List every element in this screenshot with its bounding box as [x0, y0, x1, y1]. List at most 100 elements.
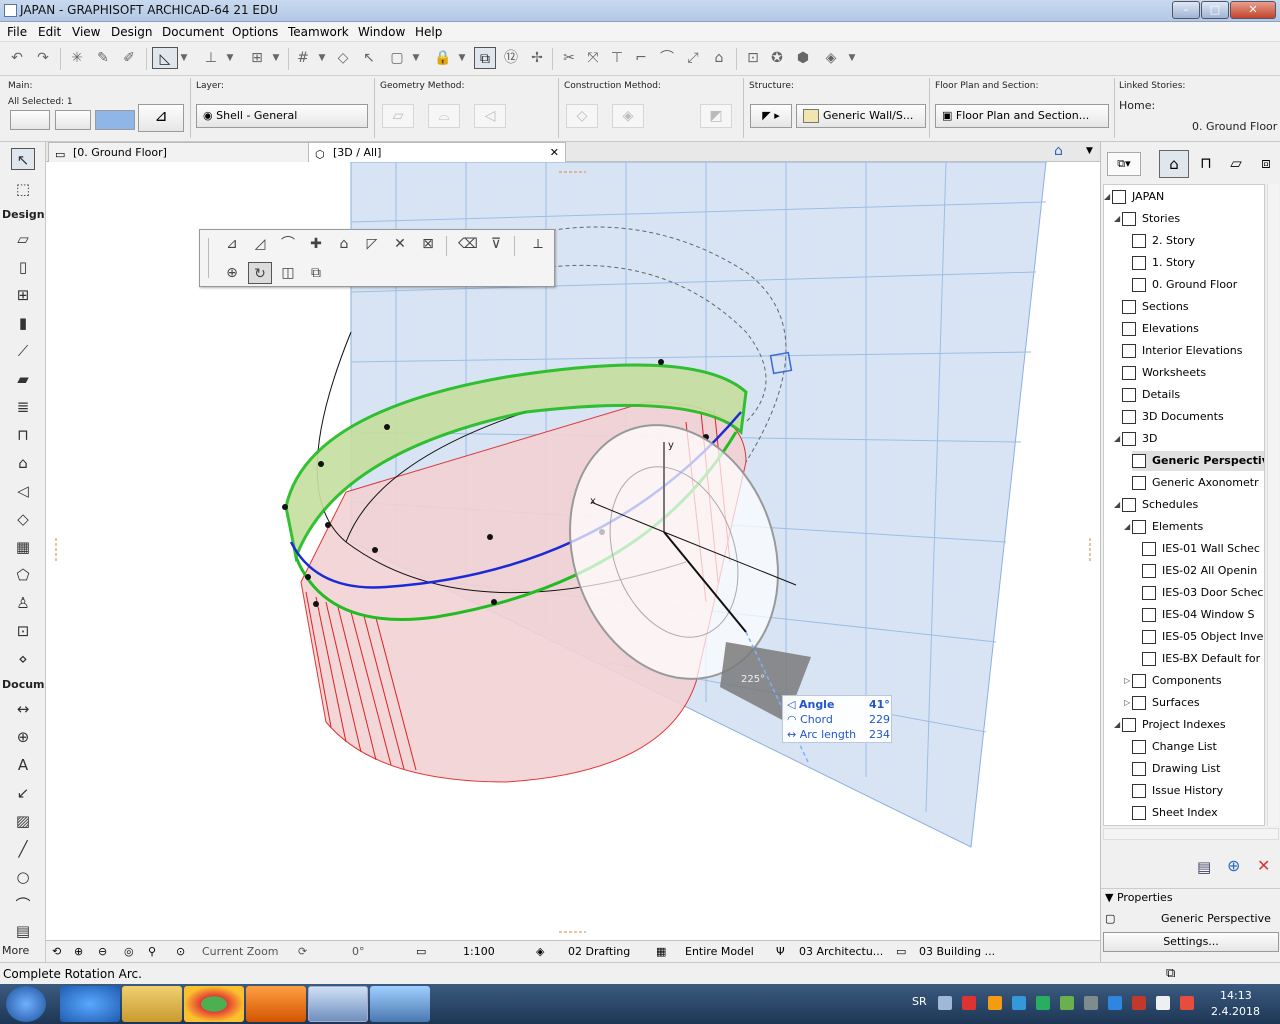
- dimension-tool-icon[interactable]: ↔: [11, 698, 35, 720]
- curtain-wall-tool-icon[interactable]: ▦: [11, 536, 35, 558]
- expand-arrow-icon[interactable]: ◢: [1114, 209, 1120, 229]
- tree-item[interactable]: IES-01 Wall Schec: [1142, 539, 1260, 559]
- internet-explorer-icon[interactable]: [60, 986, 120, 1022]
- current-zoom-dropdown[interactable]: Current Zoom: [202, 945, 279, 958]
- tree-item[interactable]: ◢ 3D: [1114, 429, 1157, 449]
- construction-c-icon[interactable]: ◩: [700, 104, 732, 128]
- rotate-plane-icon[interactable]: ⟂: [526, 233, 550, 255]
- tree-item[interactable]: Sections: [1122, 297, 1189, 317]
- frame-icon[interactable]: ▢: [386, 47, 408, 69]
- move-node-icon[interactable]: ◿: [248, 233, 272, 255]
- chrome-icon[interactable]: [184, 986, 244, 1022]
- language-indicator[interactable]: SR: [912, 995, 927, 1008]
- arrow-tool-icon[interactable]: ↖: [11, 148, 35, 170]
- fill-tool-icon[interactable]: ▨: [11, 810, 35, 832]
- drag-element-icon[interactable]: ⊕: [220, 262, 244, 284]
- tree-item[interactable]: Drawing List: [1132, 759, 1220, 779]
- grid-snap-icon[interactable]: ⊞: [244, 47, 270, 69]
- tray-app3-icon[interactable]: [1036, 996, 1050, 1010]
- fillet-icon[interactable]: ⌒: [656, 47, 678, 69]
- project-map-icon[interactable]: ⌂: [1159, 150, 1189, 178]
- expand-arrow-icon[interactable]: ▷: [1124, 671, 1130, 691]
- navigator-options-icon[interactable]: ⧉▾: [1107, 152, 1141, 176]
- line-tool-icon[interactable]: ╱: [11, 838, 35, 860]
- menu-help[interactable]: Help: [415, 25, 442, 39]
- label-tool-icon[interactable]: ↙: [11, 782, 35, 804]
- marquee-tool-icon[interactable]: ⬚: [11, 178, 35, 200]
- drawing-tool-icon[interactable]: ▤: [11, 920, 35, 942]
- trace-icon[interactable]: ⧉: [474, 47, 496, 69]
- insert-node-icon[interactable]: ⊿: [220, 233, 244, 255]
- chevron-down-icon[interactable]: ▼: [410, 47, 422, 69]
- tray-up-icon[interactable]: [938, 996, 952, 1010]
- close-button[interactable]: ✕: [1230, 1, 1276, 19]
- corner-icon[interactable]: ⌐: [630, 47, 652, 69]
- menu-options[interactable]: Options: [232, 25, 278, 39]
- restore-window-icon[interactable]: ⧉: [1166, 966, 1175, 981]
- clone-folder-icon[interactable]: ▤: [1197, 858, 1211, 876]
- action-center-icon[interactable]: [1132, 996, 1146, 1010]
- pick-up-icon[interactable]: ✎: [92, 47, 114, 69]
- railing-tool-icon[interactable]: ⊓: [11, 424, 35, 446]
- design-section-label[interactable]: Design: [2, 208, 45, 221]
- arc-length-value[interactable]: 234: [869, 728, 890, 741]
- expand-arrow-icon[interactable]: ◢: [1114, 429, 1120, 449]
- tray-app4-icon[interactable]: [1084, 996, 1098, 1010]
- maximize-button[interactable]: □: [1201, 1, 1229, 19]
- stair-tool-icon[interactable]: ≣: [11, 396, 35, 418]
- tree-item[interactable]: IES-BX Default for: [1142, 649, 1260, 669]
- tree-item[interactable]: Elevations: [1122, 319, 1199, 339]
- menu-document[interactable]: Document: [162, 25, 224, 39]
- offset-all-icon[interactable]: ◸: [360, 233, 384, 255]
- select-marquee-button[interactable]: [10, 110, 50, 130]
- morph-tool-icon[interactable]: ⬠: [11, 564, 35, 586]
- network-icon[interactable]: [1156, 996, 1170, 1010]
- explore-icon[interactable]: ◎: [124, 945, 134, 958]
- circle-tool-icon[interactable]: ○: [11, 866, 35, 888]
- tree-item[interactable]: Issue History: [1132, 781, 1223, 801]
- security-icon[interactable]: [1108, 996, 1122, 1010]
- curve-edge-icon[interactable]: ⌒: [276, 233, 300, 255]
- menu-view[interactable]: View: [72, 25, 100, 39]
- slab-tool-icon[interactable]: ▰: [11, 368, 35, 390]
- mesh-tool-icon[interactable]: ⋄: [11, 648, 35, 670]
- tree-item[interactable]: 2. Story: [1132, 231, 1195, 251]
- scissors-icon[interactable]: ✂: [558, 47, 580, 69]
- scale-dropdown[interactable]: 1:100: [463, 945, 495, 958]
- new-view-icon[interactable]: ⊕: [1227, 856, 1240, 875]
- tree-item[interactable]: IES-02 All Openin: [1142, 561, 1257, 581]
- layer-dropdown[interactable]: ◉ Shell - General: [196, 104, 368, 128]
- expand-arrow-icon[interactable]: ▷: [1124, 693, 1130, 713]
- model-view-dropdown[interactable]: Entire Model: [685, 945, 754, 958]
- redo-icon[interactable]: ↷: [32, 47, 54, 69]
- dimension-12-icon[interactable]: ⑫: [500, 47, 522, 69]
- structure-dropdown[interactable]: Generic Wall/S...: [796, 104, 926, 128]
- mirror-element-icon[interactable]: ◫: [276, 262, 300, 284]
- menu-teamwork[interactable]: Teamwork: [288, 25, 349, 39]
- chevron-down-icon[interactable]: ▼: [316, 47, 328, 69]
- undo-icon[interactable]: ↶: [6, 47, 28, 69]
- shell-tool-icon[interactable]: ◁: [11, 480, 35, 502]
- roof-tool-icon[interactable]: ⌂: [11, 452, 35, 474]
- delete-view-icon[interactable]: ✕: [1257, 856, 1270, 875]
- tree-item[interactable]: Interior Elevations: [1122, 341, 1242, 361]
- ruled-shell-icon[interactable]: ◁: [474, 104, 506, 128]
- construction-b-icon[interactable]: ◈: [612, 104, 644, 128]
- guide-line-icon[interactable]: ◺: [152, 47, 178, 69]
- angle-value[interactable]: 41°: [869, 698, 890, 711]
- tab-menu-icon[interactable]: ▼: [1086, 146, 1093, 156]
- rotate-selection-button[interactable]: [95, 110, 135, 130]
- construction-a-icon[interactable]: ◇: [566, 104, 598, 128]
- stretch-icon[interactable]: ⤢: [682, 47, 704, 69]
- file-explorer-icon[interactable]: [122, 986, 182, 1022]
- layer-combination-dropdown[interactable]: 02 Drafting: [568, 945, 630, 958]
- skylight-tool-icon[interactable]: ◇: [11, 508, 35, 530]
- tree-item[interactable]: IES-05 Object Inve: [1142, 627, 1263, 647]
- tree-item[interactable]: Generic Axonometr: [1132, 473, 1259, 493]
- column-tool-icon[interactable]: ▮: [11, 312, 35, 334]
- start-button[interactable]: [6, 986, 46, 1022]
- tree-item[interactable]: Generic Perspective: [1132, 451, 1264, 471]
- publisher-sets-icon[interactable]: ⧈: [1253, 150, 1279, 178]
- expand-arrow-icon[interactable]: ◢: [1114, 715, 1120, 735]
- shell-flip-icon[interactable]: ⊿: [138, 104, 184, 132]
